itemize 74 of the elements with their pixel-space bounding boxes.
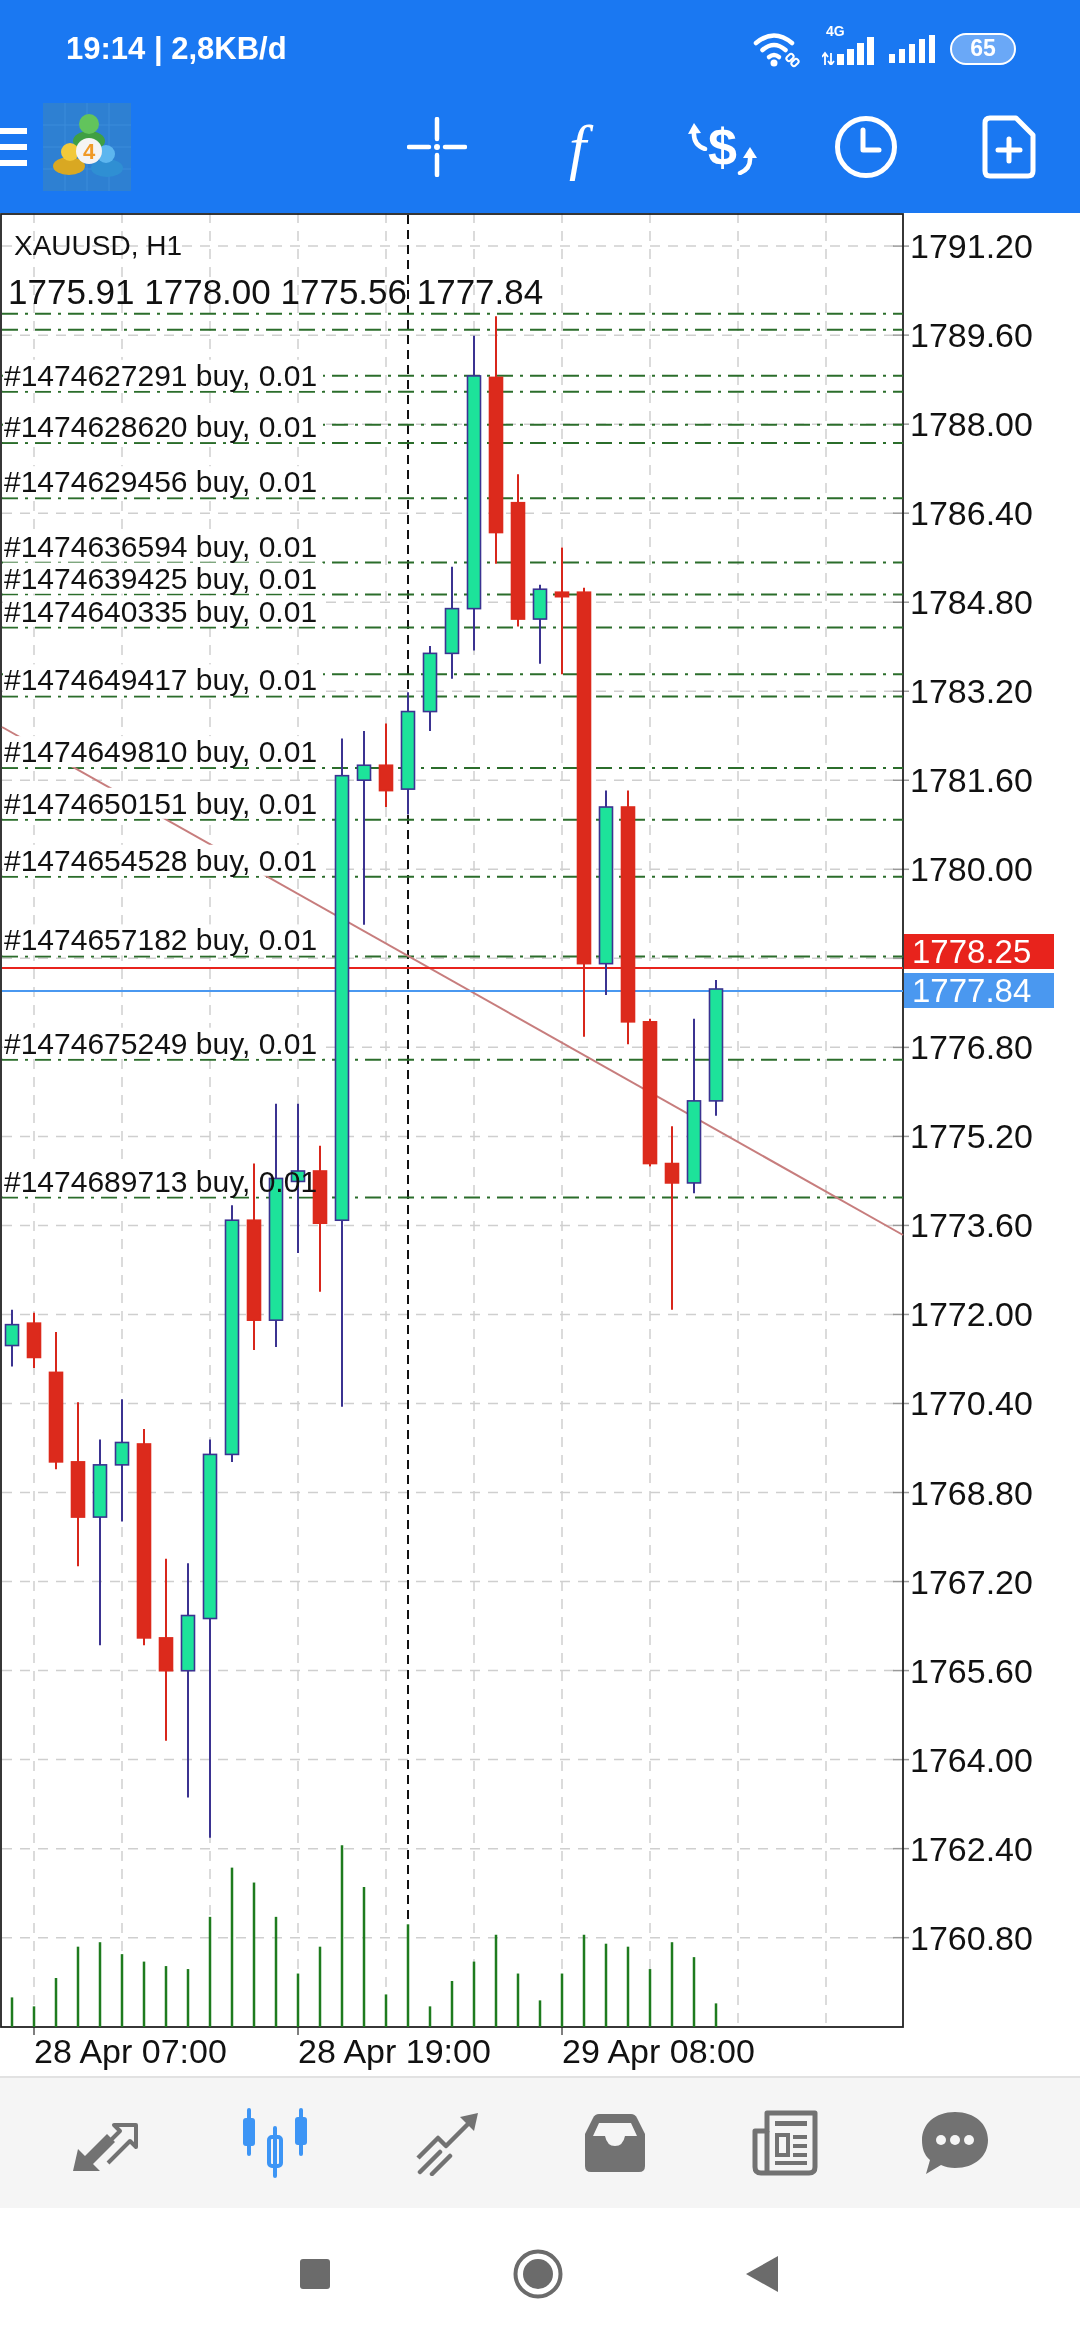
price-axis-label: 1762.40 xyxy=(910,1828,1033,1869)
price-axis-label: 1767.20 xyxy=(910,1561,1033,1602)
crosshair-icon[interactable] xyxy=(406,116,467,177)
app-logo: 4 xyxy=(43,102,131,191)
candle xyxy=(26,1311,42,1369)
price-axis-label: 1768.80 xyxy=(910,1472,1033,1513)
ohlc-values: 1775.91 1778.00 1775.56 1777.84 xyxy=(8,273,544,311)
back-icon[interactable] xyxy=(746,2256,778,2292)
order-label: #1474650151 buy, 0.01 xyxy=(4,787,318,820)
order-label: #1474675249 buy, 0.01 xyxy=(4,1027,318,1060)
time-axis-label: 28 Apr 19:00 xyxy=(298,2033,491,2069)
price-axis-label: 1781.60 xyxy=(910,760,1033,801)
order-label: #1474640335 buy, 0.01 xyxy=(4,595,318,628)
order-label: #1474636594 buy, 0.01 xyxy=(4,530,318,563)
volume-bar xyxy=(516,1973,520,2027)
volume-bar xyxy=(428,2006,432,2027)
network-type: 4G xyxy=(826,24,845,39)
price-axis-label: 1789.60 xyxy=(910,315,1033,356)
volume-bar xyxy=(472,1961,476,2027)
indicators-button[interactable]: f xyxy=(558,108,601,185)
price-axis-label: 1760.80 xyxy=(910,1917,1033,1958)
volume-bar xyxy=(10,1997,14,2027)
circle-icon[interactable] xyxy=(513,2249,563,2299)
volume-bar xyxy=(648,1969,652,2027)
clock-icon[interactable] xyxy=(833,114,898,179)
price-tag: 1778.25 xyxy=(904,934,1054,969)
price-axis-label: 1764.00 xyxy=(910,1739,1033,1780)
price-tag: 1777.84 xyxy=(904,973,1054,1008)
new-document-icon[interactable] xyxy=(981,114,1036,179)
price-axis-label: 1773.60 xyxy=(910,1205,1033,1246)
volume-bar xyxy=(384,1994,388,2027)
volume-bar xyxy=(692,1957,696,2027)
price-axis-label: 1776.80 xyxy=(910,1027,1033,1068)
order-label: #1474654528 buy, 0.01 xyxy=(4,844,318,877)
volume-bar xyxy=(560,1973,564,2027)
volume-bar xyxy=(54,1978,58,2027)
volume-bar xyxy=(186,1969,190,2027)
wifi-icon xyxy=(753,30,801,68)
newspaper-icon xyxy=(751,2109,819,2177)
price-axis-label: 1770.40 xyxy=(910,1383,1033,1424)
volume-bar xyxy=(714,2003,718,2027)
price-axis-label: 1775.20 xyxy=(910,1116,1033,1157)
price-axis-label: 1780.00 xyxy=(910,849,1033,890)
volume-bar xyxy=(32,2006,36,2027)
volume-bar xyxy=(142,1961,146,2027)
order-label: #1474649417 buy, 0.01 xyxy=(4,664,318,697)
candlesticks-icon xyxy=(240,2108,310,2178)
battery-level: 65 xyxy=(950,33,1016,65)
order-label: #1474649810 buy, 0.01 xyxy=(4,736,318,769)
price-axis-label: 1786.40 xyxy=(910,493,1033,534)
signal-icon xyxy=(889,35,935,63)
order-label: #1474629456 buy, 0.01 xyxy=(4,466,318,499)
price-axis-label: 1784.80 xyxy=(910,582,1033,623)
price-axis-label: 1772.00 xyxy=(910,1294,1033,1335)
order-label: #1474627291 buy, 0.01 xyxy=(4,359,318,392)
trade-button[interactable]: $ xyxy=(688,116,757,177)
volume-bar xyxy=(538,2000,542,2027)
price-axis-label: 1765.60 xyxy=(910,1650,1033,1691)
candle xyxy=(4,1308,20,1368)
menu-icon[interactable] xyxy=(0,127,27,166)
time-axis-label: 29 Apr 08:00 xyxy=(562,2033,755,2069)
status-time: 19:14 | 2,8KB/d xyxy=(66,31,287,67)
volume-bar xyxy=(296,1973,300,2027)
order-label: #1474639425 buy, 0.01 xyxy=(4,562,318,595)
volume-bar xyxy=(164,1966,168,2027)
time-axis-label: 28 Apr 07:00 xyxy=(34,2033,227,2069)
symbol-label: XAUUSD, H1 xyxy=(14,230,183,262)
price-axis-label: 1788.00 xyxy=(910,404,1033,445)
price-axis-label: 1791.20 xyxy=(910,226,1033,267)
chat-bubble-icon xyxy=(920,2110,990,2176)
volume-bar xyxy=(450,1981,454,2027)
order-label: #1474657182 buy, 0.01 xyxy=(4,924,318,957)
price-axis-label: 1783.20 xyxy=(910,671,1033,712)
order-label: #1474628620 buy, 0.01 xyxy=(4,411,318,444)
